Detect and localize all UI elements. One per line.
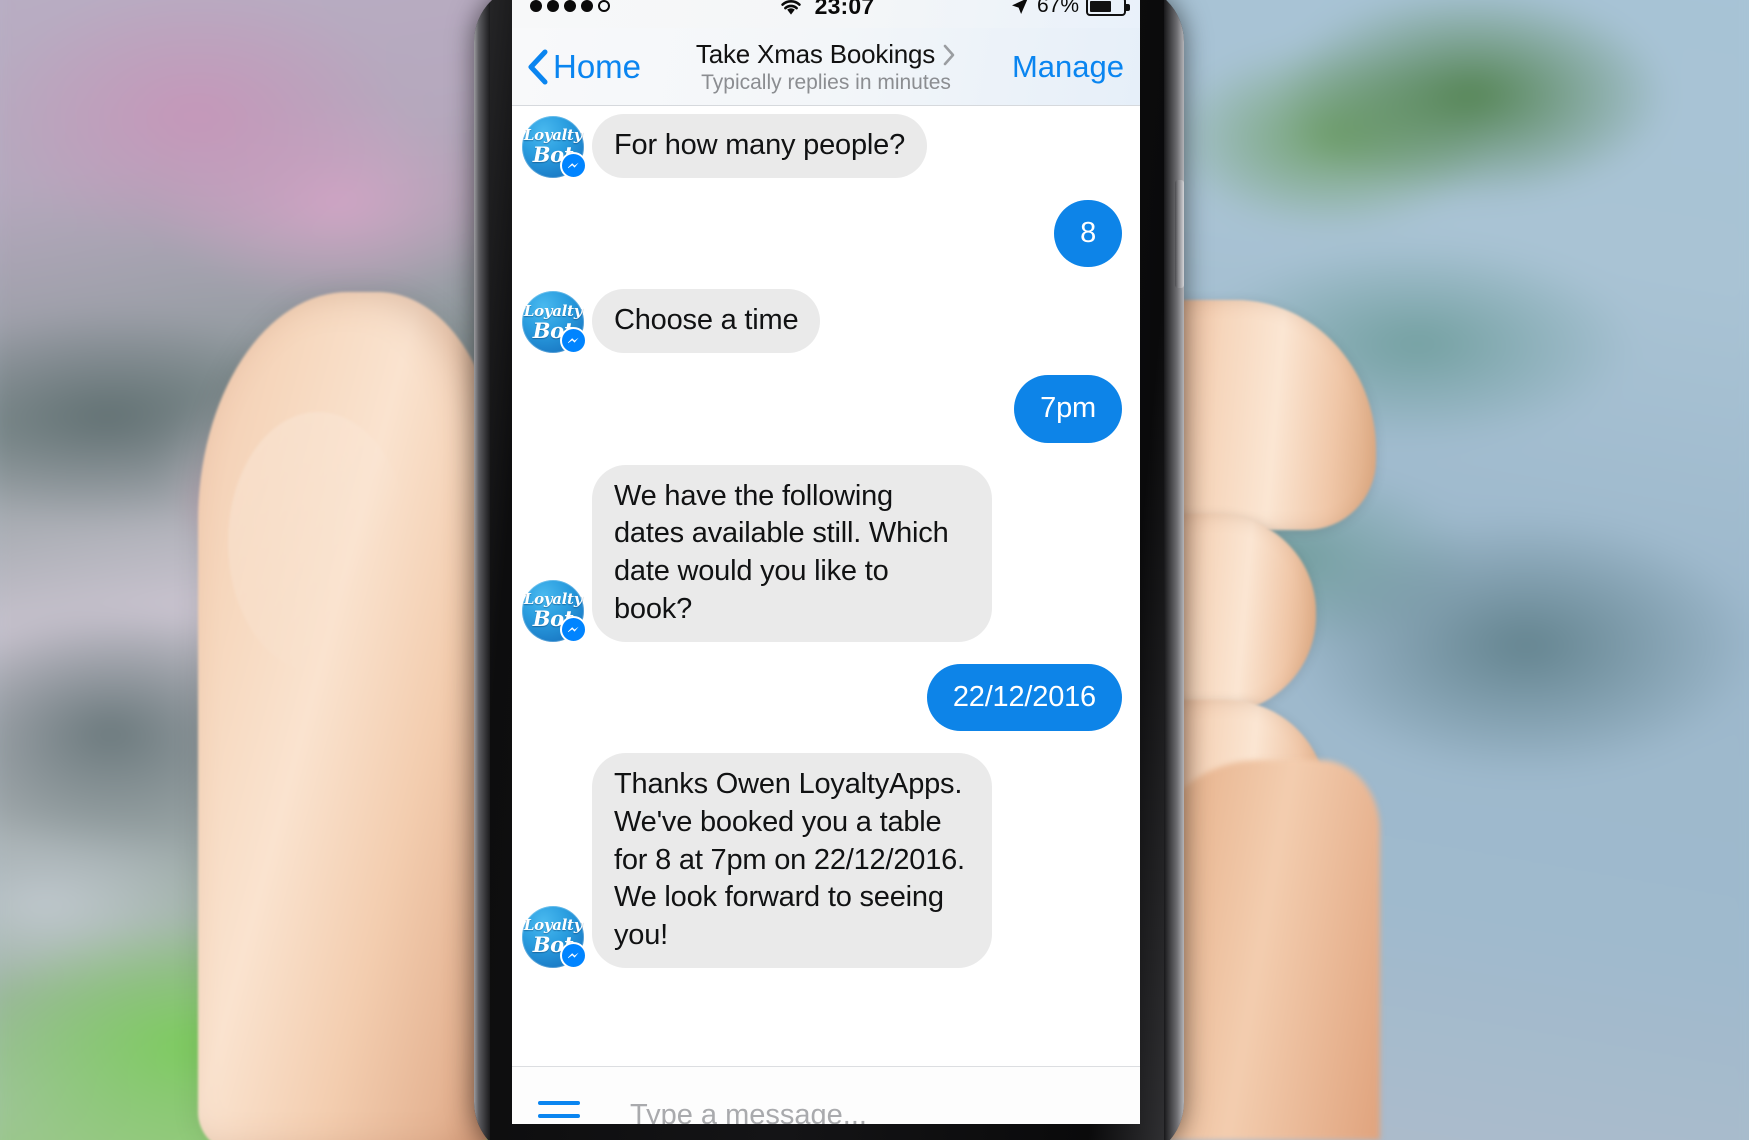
message-input[interactable] — [630, 1099, 1120, 1124]
battery-icon — [1086, 0, 1130, 16]
phone-bezel-left — [474, 0, 490, 1140]
finger — [1166, 514, 1316, 714]
chevron-left-icon — [528, 49, 548, 84]
header-title-row[interactable]: Take Xmas Bookings — [696, 39, 956, 70]
message-bubble[interactable]: 22/12/2016 — [926, 663, 1122, 732]
avatar-logo-line1: Loyalty — [523, 301, 583, 320]
back-to-home-button[interactable]: Home — [526, 48, 641, 86]
hamburger-menu-icon[interactable] — [538, 1100, 582, 1125]
signal-dot — [530, 0, 542, 12]
signal-dot — [547, 0, 559, 12]
avatar[interactable]: Loyalty Bot — [522, 905, 587, 969]
message-bubble[interactable]: Choose a time — [592, 289, 821, 354]
manage-button[interactable]: Manage — [1012, 49, 1124, 85]
message-bubble[interactable]: Thanks Owen LoyaltyApps. We've booked yo… — [592, 753, 992, 968]
header-subtitle: Typically replies in minutes — [701, 71, 951, 94]
status-bar: 23:07 67% — [512, 0, 1140, 28]
left-thumb — [198, 292, 498, 1140]
message-bubble[interactable]: For how many people? — [592, 114, 927, 178]
status-bar-right: 67% — [1010, 0, 1130, 18]
message-row-user: 7pm — [522, 375, 1122, 443]
message-bubble[interactable]: 7pm — [1014, 375, 1122, 443]
messenger-icon — [560, 151, 587, 179]
wifi-icon — [780, 0, 801, 15]
battery-percent: 67% — [1036, 0, 1079, 17]
message-composer — [512, 1066, 1140, 1124]
message-bubble[interactable]: We have the following dates available st… — [592, 464, 992, 642]
chevron-right-icon — [943, 44, 955, 65]
power-button[interactable] — [1175, 180, 1184, 288]
chat-header: Home Take Xmas Bookings Typically replie… — [512, 28, 1140, 106]
phone-device: 23:07 67% Home Take Xmas Bookings Typica… — [474, 0, 1184, 1140]
message-row-bot: Loyalty Bot We have the following dates … — [522, 464, 1122, 643]
signal-dot — [564, 0, 576, 12]
avatar[interactable]: Loyalty Bot — [522, 291, 587, 355]
messenger-icon — [560, 327, 587, 355]
message-bubble[interactable]: 8 — [1054, 199, 1122, 268]
signal-dot — [581, 0, 593, 12]
phone-screen: 23:07 67% Home Take Xmas Bookings Typica… — [512, 0, 1140, 1124]
message-thread[interactable]: Loyalty Bot For how many people? 8 Loyal… — [512, 106, 1140, 1066]
message-row-user: 8 — [522, 199, 1122, 268]
finger — [1166, 300, 1376, 530]
phone-bezel-right — [1164, 0, 1184, 1140]
signal-dot-empty — [598, 0, 610, 12]
avatar[interactable]: Loyalty Bot — [522, 579, 587, 643]
back-button-label: Home — [553, 47, 642, 85]
scene-root: 23:07 67% Home Take Xmas Bookings Typica… — [0, 0, 1749, 1140]
avatar[interactable]: Loyalty Bot — [522, 115, 587, 179]
signal-strength-dots — [530, 0, 610, 12]
location-arrow-icon — [1011, 0, 1028, 14]
messenger-icon — [560, 941, 587, 969]
page-title: Take Xmas Bookings — [695, 39, 936, 69]
message-row-bot: Loyalty Bot Thanks Owen LoyaltyApps. We'… — [522, 753, 1122, 969]
message-row-bot: Loyalty Bot Choose a time — [522, 289, 1122, 355]
messenger-icon — [560, 615, 587, 643]
message-row-user: 22/12/2016 — [522, 663, 1122, 732]
message-row-bot: Loyalty Bot For how many people? — [522, 114, 1122, 179]
status-time: 23:07 — [814, 0, 875, 19]
